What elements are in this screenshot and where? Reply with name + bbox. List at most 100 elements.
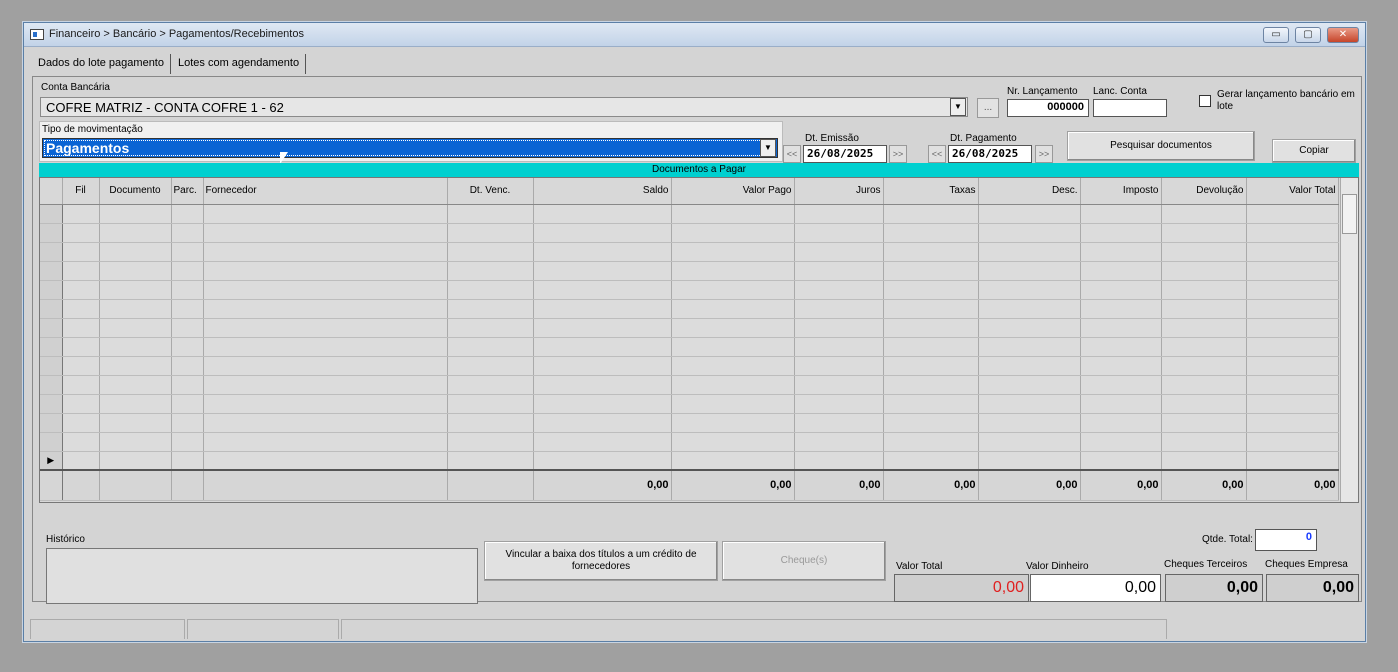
table-cell[interactable] [978, 261, 1081, 281]
table-cell[interactable] [99, 280, 172, 300]
table-cell[interactable] [203, 242, 448, 262]
table-cell[interactable] [1080, 204, 1162, 224]
table-row[interactable] [40, 375, 1339, 395]
table-cell[interactable] [99, 204, 172, 224]
table-cell[interactable] [1161, 204, 1247, 224]
column-header[interactable]: Fornecedor [203, 178, 448, 205]
table-cell[interactable] [171, 337, 204, 357]
table-row[interactable] [40, 261, 1339, 281]
table-cell[interactable] [171, 261, 204, 281]
table-cell[interactable] [883, 280, 979, 300]
table-cell[interactable] [671, 451, 795, 471]
table-cell[interactable] [171, 242, 204, 262]
table-cell[interactable] [883, 451, 979, 471]
table-cell[interactable] [883, 223, 979, 243]
table-cell[interactable] [1080, 299, 1162, 319]
table-cell[interactable] [671, 394, 795, 414]
table-cell[interactable] [1161, 394, 1247, 414]
table-cell[interactable] [1161, 280, 1247, 300]
table-cell[interactable] [203, 394, 448, 414]
table-cell[interactable] [62, 299, 100, 319]
table-cell[interactable] [99, 451, 172, 471]
table-cell[interactable] [1080, 261, 1162, 281]
table-cell[interactable] [1080, 394, 1162, 414]
table-cell[interactable] [533, 223, 672, 243]
table-cell[interactable] [171, 318, 204, 338]
table-cell[interactable] [978, 299, 1081, 319]
table-cell[interactable] [794, 451, 884, 471]
table-cell[interactable] [1246, 299, 1339, 319]
table-cell[interactable] [62, 356, 100, 376]
nr-lancamento-input[interactable]: 000000 [1007, 99, 1089, 117]
table-cell[interactable] [533, 337, 672, 357]
table-cell[interactable] [99, 223, 172, 243]
dt-pagamento-prev-button[interactable]: << [928, 145, 946, 163]
table-cell[interactable] [883, 299, 979, 319]
column-header[interactable]: Juros [794, 178, 884, 205]
column-header[interactable]: Saldo [533, 178, 672, 205]
table-cell[interactable] [883, 432, 979, 452]
table-cell[interactable] [62, 337, 100, 357]
table-cell[interactable] [447, 261, 534, 281]
table-cell[interactable] [1161, 451, 1247, 471]
dt-pagamento-next-button[interactable]: >> [1035, 145, 1053, 163]
table-cell[interactable] [1080, 280, 1162, 300]
table-cell[interactable] [883, 394, 979, 414]
table-cell[interactable] [533, 394, 672, 414]
table-cell[interactable] [533, 375, 672, 395]
table-cell[interactable] [99, 261, 172, 281]
table-cell[interactable] [1246, 394, 1339, 414]
column-header[interactable]: Desc. [978, 178, 1081, 205]
table-cell[interactable] [171, 413, 204, 433]
table-cell[interactable] [203, 432, 448, 452]
table-cell[interactable] [447, 204, 534, 224]
table-cell[interactable] [171, 223, 204, 243]
table-cell[interactable] [203, 375, 448, 395]
table-cell[interactable] [883, 204, 979, 224]
table-cell[interactable] [203, 204, 448, 224]
table-cell[interactable] [171, 356, 204, 376]
table-cell[interactable] [447, 375, 534, 395]
table-cell[interactable] [671, 223, 795, 243]
table-cell[interactable] [1080, 337, 1162, 357]
table-cell[interactable] [794, 242, 884, 262]
table-cell[interactable] [62, 280, 100, 300]
table-cell[interactable] [978, 413, 1081, 433]
minimize-button[interactable]: ▭ [1263, 27, 1289, 43]
table-cell[interactable] [62, 432, 100, 452]
table-cell[interactable] [1161, 261, 1247, 281]
table-cell[interactable] [1246, 337, 1339, 357]
maximize-button[interactable]: ▢ [1295, 27, 1321, 43]
table-cell[interactable] [447, 299, 534, 319]
dt-emissao-prev-button[interactable]: << [783, 145, 801, 163]
table-cell[interactable] [1080, 356, 1162, 376]
vincular-credito-button[interactable]: Vincular a baixa dos títulos a um crédit… [484, 541, 718, 581]
table-cell[interactable] [99, 432, 172, 452]
table-cell[interactable] [883, 261, 979, 281]
table-cell[interactable] [62, 394, 100, 414]
table-cell[interactable] [794, 356, 884, 376]
table-cell[interactable] [171, 204, 204, 224]
table-cell[interactable] [447, 337, 534, 357]
table-cell[interactable] [533, 318, 672, 338]
table-cell[interactable] [99, 242, 172, 262]
table-cell[interactable] [1080, 223, 1162, 243]
table-cell[interactable] [533, 280, 672, 300]
table-cell[interactable] [447, 394, 534, 414]
table-cell[interactable] [171, 280, 204, 300]
table-row[interactable] [40, 242, 1339, 262]
table-row[interactable] [40, 318, 1339, 338]
table-row[interactable] [40, 432, 1339, 452]
table-cell[interactable] [883, 318, 979, 338]
table-cell[interactable] [794, 318, 884, 338]
table-cell[interactable] [99, 375, 172, 395]
cheques-button[interactable]: Cheque(s) [722, 541, 886, 581]
gerar-lancamento-checkbox[interactable] [1199, 95, 1211, 107]
table-cell[interactable] [1080, 318, 1162, 338]
table-cell[interactable] [1161, 299, 1247, 319]
table-cell[interactable] [794, 432, 884, 452]
table-row[interactable] [40, 337, 1339, 357]
table-cell[interactable] [99, 337, 172, 357]
qtde-total-input[interactable]: 0 [1255, 529, 1317, 551]
table-cell[interactable] [1080, 242, 1162, 262]
